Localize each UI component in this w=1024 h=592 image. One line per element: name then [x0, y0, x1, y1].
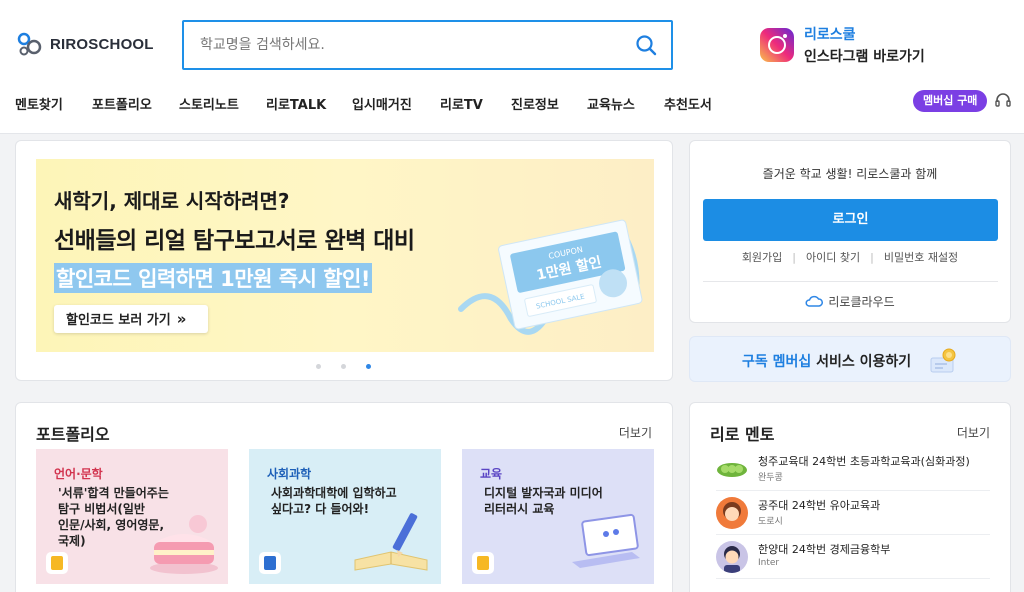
find-id-link[interactable]: 아이디 찾기: [806, 251, 860, 264]
account-links: 회원가입 | 아이디 찾기 | 비밀번호 재설정: [690, 249, 1010, 265]
instagram-link[interactable]: 리로스쿨 인스타그램 바로가기: [760, 24, 925, 66]
portfolio-category: 사회과학: [267, 467, 312, 481]
nav-item-storynote[interactable]: 스토리노트: [179, 94, 239, 113]
banner-dot-1[interactable]: [316, 364, 321, 369]
divider: [703, 281, 998, 282]
riro-cloud-link[interactable]: 리로클라우드: [690, 293, 1010, 310]
mentor-school: 한양대 24학번 경제금융학부: [758, 543, 891, 556]
coupon-illustration: COUPON 1만원 할인 SCHOOL SALE: [458, 219, 643, 335]
banner-headline-2: 선배들의 리얼 탐구보고서로 완벽 대비: [54, 228, 415, 254]
login-tagline: 즐거운 학교 생활! 리로스쿨과 함께: [762, 167, 938, 181]
mentor-list-item[interactable]: 공주대 24학번 유아교육과 도로시: [716, 491, 990, 535]
school-search-box: [182, 20, 673, 70]
mentor-title: 리로 멘토: [710, 425, 775, 444]
document-badge-icon: [472, 552, 494, 574]
medal-certificate-icon: [930, 348, 956, 373]
mentor-name: 도로시: [758, 517, 783, 527]
avatar: [716, 453, 748, 485]
nav-item-mentor[interactable]: 멘토찾기: [15, 94, 63, 113]
portfolio-title: 포트폴리오: [36, 425, 110, 444]
banner-headline-1: 새학기, 제대로 시작하려면?: [54, 189, 290, 213]
peas-avatar-icon: [717, 463, 747, 477]
instagram-label-link: 인스타그램 바로가기: [804, 49, 925, 65]
mentor-section: 리로 멘토 더보기 청주교육대 24학번 초등과학교육과(심화과정) 완두콩 공…: [689, 402, 1011, 592]
login-button[interactable]: 로그인: [703, 199, 998, 241]
subscription-text: 구독 멤버십 서비스 이용하기: [742, 351, 911, 371]
mentor-list-item[interactable]: 청주교육대 24학번 초등과학교육과(심화과정) 완두콩: [716, 447, 990, 491]
avatar: [716, 541, 748, 573]
riro-cloud-label: 리로클라우드: [828, 295, 895, 309]
logo-icon: [16, 30, 44, 58]
school-search-input[interactable]: [184, 22, 604, 68]
banner-dot-2[interactable]: [341, 364, 346, 369]
separator: |: [792, 251, 797, 264]
signup-link[interactable]: 회원가입: [742, 251, 782, 264]
mentor-more-link[interactable]: 더보기: [957, 424, 990, 441]
mentor-school: 공주대 24학번 유아교육과: [758, 499, 881, 512]
mentor-name: 완두콩: [758, 473, 783, 483]
separator: |: [870, 251, 874, 264]
nav-item-talk[interactable]: 리로TALK: [266, 94, 326, 113]
boy-avatar-icon: [724, 546, 740, 573]
promo-banner[interactable]: 새학기, 제대로 시작하려면? 선배들의 리얼 탐구보고서로 완벽 대비 할인코…: [36, 159, 654, 352]
portfolio-more-link[interactable]: 더보기: [619, 424, 652, 441]
laptop-illustration: [572, 513, 640, 568]
banner-dot-3-active[interactable]: [366, 364, 371, 369]
mentor-list-item[interactable]: 한양대 24학번 경제금융학부 Inter: [716, 535, 990, 579]
nav-item-books[interactable]: 추천도서: [664, 94, 712, 113]
headset-icon[interactable]: [994, 92, 1012, 110]
nav-item-portfolio[interactable]: 포트폴리오: [92, 94, 152, 113]
cake-illustration: [150, 515, 218, 574]
banner-discount-text: 할인코드 입력하면 1만원 즉시 할인!: [54, 263, 372, 293]
instagram-label-brand: 리로스쿨: [804, 27, 856, 43]
subscription-banner[interactable]: 구독 멤버십 서비스 이용하기: [689, 336, 1011, 382]
banner-discount-code-button[interactable]: 할인코드 보러 가기 »: [54, 305, 208, 333]
membership-purchase-button[interactable]: 멤버십 구매: [913, 90, 988, 112]
book-pencil-illustration: [354, 513, 428, 571]
mentor-school: 청주교육대 24학번 초등과학교육과(심화과정): [758, 455, 970, 468]
instagram-icon: [760, 28, 794, 62]
book-badge-icon: [259, 552, 281, 574]
site-logo[interactable]: RIROSCHOOL: [16, 30, 154, 58]
nav-item-news[interactable]: 교육뉴스: [587, 94, 635, 113]
subscription-highlight: 구독 멤버십: [742, 354, 812, 370]
portfolio-card[interactable]: 언어·문학 '서류'합격 만들어주는 탐구 비법서(일반 인문/사회, 영어영문…: [36, 449, 228, 584]
portfolio-card[interactable]: 사회과학 사회과학대학에 입학하고 싶다고? 다 들어와!: [249, 449, 441, 584]
portfolio-section: 포트폴리오 더보기 언어·문학 '서류'합격 만들어주는 탐구 비법서(일반 인…: [15, 402, 673, 592]
nav-item-magazine[interactable]: 입시매거진: [352, 94, 412, 113]
document-badge-icon: [46, 552, 68, 574]
portfolio-card[interactable]: 교육 디지털 발자국과 미디어 리터러시 교육: [462, 449, 654, 584]
logo-text: RIROSCHOOL: [50, 35, 154, 53]
avatar: [716, 497, 748, 529]
promo-banner-card: 새학기, 제대로 시작하려면? 선배들의 리얼 탐구보고서로 완벽 대비 할인코…: [15, 140, 673, 381]
site-header: RIROSCHOOL 리로스쿨 인스타그램 바로가기 멘토찾기 포트폴리오 스토…: [0, 0, 1024, 134]
login-card: 즐거운 학교 생활! 리로스쿨과 함께 로그인 회원가입 | 아이디 찾기 | 비밀번호…: [689, 140, 1011, 323]
portfolio-category: 언어·문학: [54, 467, 103, 481]
portfolio-category: 교육: [480, 467, 503, 481]
search-icon[interactable]: [635, 34, 657, 56]
banner-pagination: [316, 364, 371, 369]
reset-password-link[interactable]: 비밀번호 재설정: [884, 251, 958, 264]
cloud-icon: [805, 295, 824, 307]
banner-button-label: 할인코드 보러 가기: [66, 313, 171, 328]
mentor-name: Inter: [758, 558, 780, 568]
subscription-rest: 서비스 이용하기: [811, 354, 912, 370]
nav-item-career[interactable]: 진로정보: [511, 94, 559, 113]
nav-item-tv[interactable]: 리로TV: [440, 94, 483, 113]
girl-avatar-icon: [723, 502, 741, 521]
double-chevron-right-icon: »: [176, 310, 187, 328]
